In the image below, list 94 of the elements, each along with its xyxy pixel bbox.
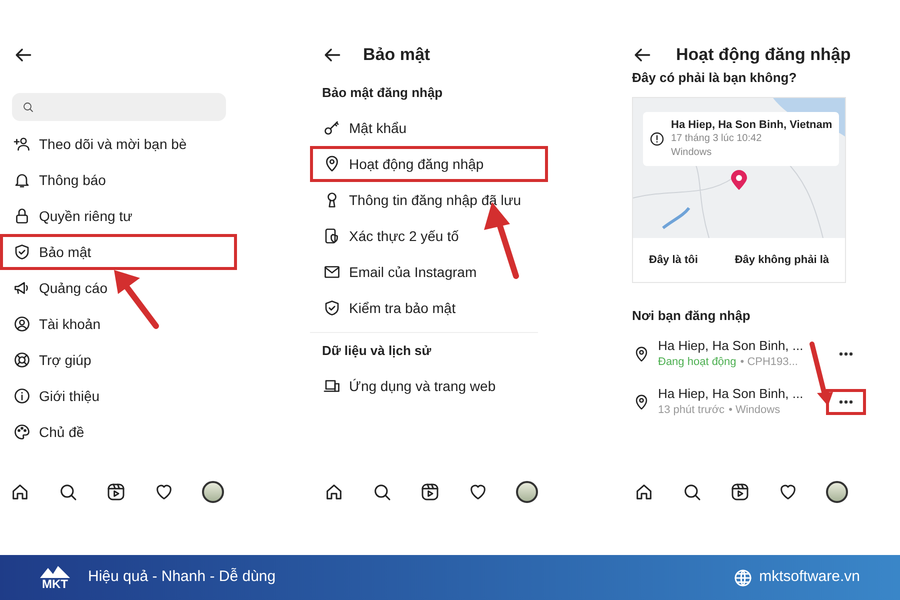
lock-icon [13,207,31,225]
menu-item[interactable]: Ứng dụng và trang web [310,368,548,404]
section-heading: Nơi bạn đăng nhập [632,308,752,324]
menu-item[interactable]: Hoạt động đăng nhập [310,146,548,182]
location-pin-icon [633,394,650,410]
alert-icon [649,131,665,147]
session-row[interactable]: Ha Hiep, Ha Son Binh, ... Đang hoạt động • CPH193... [600,336,900,372]
menu-item[interactable]: Chủ đề [0,414,237,450]
search-icon [58,482,78,502]
menu-item-label: Thông báo [39,170,106,190]
menu-item[interactable]: Bảo mật [0,234,237,270]
menu-item-label: Email của Instagram [349,262,477,282]
action-button[interactable]: Đây không phải là [728,252,835,268]
website-link[interactable]: mktsoftware.vn [759,566,860,589]
more-dots-icon [839,352,853,356]
heart-icon [468,482,488,502]
profile-avatar[interactable] [202,481,224,503]
menu-item[interactable]: Trợ giúp [0,342,237,378]
section-heading: Đây có phải là bạn không? [632,70,798,86]
menu-item-label: Giới thiệu [39,386,100,406]
menu-item[interactable]: Quảng cáo [0,270,237,306]
screen-title: Hoạt động đăng nhập [676,44,851,66]
menu-item-label: Bảo mật [39,242,92,262]
key-icon [323,119,341,137]
section-heading: Bảo mật đăng nhập [322,84,444,102]
shield-check-icon [323,299,341,317]
location-name: Ha Hiep, Ha Son Binh, Vietnam [671,118,832,132]
lifebuoy-icon [13,351,31,369]
menu-item-label: Theo dõi và mời bạn bè [39,134,187,154]
menu-item[interactable]: Email của Instagram [310,254,548,290]
location-pin-icon [323,155,341,173]
menu-item-label: Xác thực 2 yếu tố [349,226,459,246]
menu-item[interactable]: Xác thực 2 yếu tố [310,218,548,254]
reels-icon [730,482,750,502]
menu-item-label: Quyền riêng tư [39,206,132,226]
menu-item[interactable]: Tài khoản [0,306,237,342]
location-pin-icon [633,346,650,362]
menu-item[interactable]: Theo dõi và mời bạn bè [0,126,237,162]
session-status: 13 phút trước [658,403,725,418]
menu-item[interactable]: Giới thiệu [0,378,237,414]
menu-item-label: Tài khoản [39,314,100,334]
location-name: Ha Hiep, Ha Son Binh, ... [658,386,804,402]
tagline: Hiệu quả - Nhanh - Dễ dùng [88,567,276,588]
mail-icon [323,263,341,281]
device-name: Windows [671,146,713,160]
globe-icon [733,568,754,588]
menu-item-label: Mật khẩu [349,118,407,138]
menu-item[interactable]: Thông tin đăng nhập đã lưu [310,182,548,218]
profile-avatar[interactable] [516,481,538,503]
info-icon [13,387,31,405]
phone-shield-icon [323,227,341,245]
pointer-arrow [112,268,162,332]
mountain-logo-icon [40,566,70,578]
person-plus-icon [13,135,31,153]
devices-icon [323,377,341,395]
session-detail: • Windows [728,403,780,418]
screen-title: Bảo mật [363,44,430,66]
logo-text: MKT [42,578,68,590]
menu-item[interactable]: Mật khẩu [310,110,548,146]
reels-icon [420,482,440,502]
menu-item-label: Hoạt động đăng nhập [349,154,484,174]
search-icon [682,482,702,502]
profile-avatar[interactable] [826,481,848,503]
person-circle-icon [13,315,31,333]
menu-item[interactable]: Kiểm tra bảo mật [310,290,548,326]
heart-icon [778,482,798,502]
palette-icon [13,423,31,441]
section-heading: Dữ liệu và lịch sử [322,342,432,360]
menu-item-label: Chủ đề [39,422,84,442]
reels-icon [106,482,126,502]
action-button[interactable]: Đây là tôi [643,252,704,268]
home-icon [10,482,30,502]
location-name: Ha Hiep, Ha Son Binh, ... [658,338,804,354]
search-icon [22,101,34,113]
megaphone-icon [13,279,31,297]
menu-item-label: Thông tin đăng nhập đã lưu [349,190,522,210]
session-detail: • CPH193... [740,355,798,370]
home-icon [634,482,654,502]
menu-item[interactable]: Quyền riêng tư [0,198,237,234]
bell-icon [13,171,31,189]
heart-icon [154,482,174,502]
menu-item[interactable]: Thông báo [0,162,237,198]
session-status: Đang hoạt động [658,355,736,370]
shield-check-icon [13,243,31,261]
login-time: 17 tháng 3 lúc 10:42 [671,132,763,146]
search-field[interactable] [12,93,226,121]
menu-item-label: Trợ giúp [39,350,92,370]
search-icon [372,482,392,502]
menu-item-label: Ứng dụng và trang web [349,376,496,396]
more-dots-icon [839,400,853,404]
menu-item-label: Quảng cáo [39,278,108,298]
menu-item-label: Kiểm tra bảo mật [349,298,456,318]
map-pin-icon [731,170,747,190]
home-icon [324,482,344,502]
